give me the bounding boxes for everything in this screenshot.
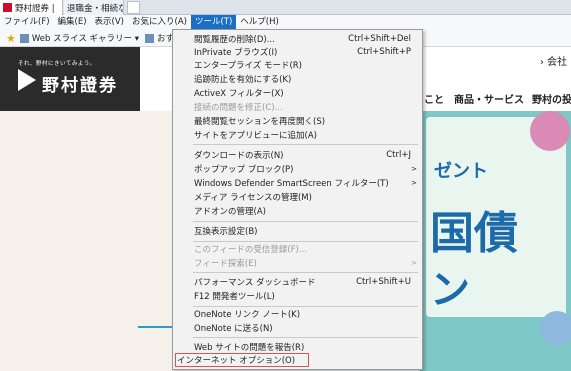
menu-item-popup-blocker[interactable]: ポップアップ ブロック(P) > (174, 162, 421, 176)
menu-item-label: 追跡防止を有効にする(K) (194, 75, 292, 85)
nav-products-services[interactable]: 商品・サービス (454, 91, 524, 106)
menu-item-label: Web サイトの問題を報告(R) (194, 343, 305, 353)
nav-item[interactable]: こと (424, 91, 444, 106)
menu-item-activex-filter[interactable]: ActiveX フィルター(X) (174, 86, 421, 100)
menu-item-shortcut: Ctrl+J (386, 150, 411, 160)
hero-banner[interactable]: ゼント 国債 ン (420, 111, 571, 371)
menu-item-onenote-linked-notes[interactable]: OneNote リンク ノート(K) (174, 307, 421, 321)
menu-item-label: ダウンロードの表示(N) (194, 151, 284, 161)
web-slice-icon (19, 33, 29, 43)
menu-item-label: インターネット オプション(O) (177, 356, 296, 366)
logo-text: 野村證券 (42, 76, 118, 96)
menu-item-manage-addons[interactable]: アドオンの管理(A) (174, 204, 421, 218)
web-slice-gallery-link[interactable]: Web スライス ギャラリー ▾ (19, 32, 140, 44)
menu-item-label: フィード探索(E) (194, 259, 257, 269)
menu-item-label: F12 開発者ツール(L) (194, 292, 275, 302)
menu-separator (193, 144, 418, 145)
menu-separator (193, 337, 418, 338)
menu-item-enterprise-mode[interactable]: エンタープライズ モード(R) (174, 58, 421, 72)
flower-decoration (540, 311, 571, 345)
menu-item-feed-discovery: フィード探索(E) > (174, 256, 421, 270)
submenu-arrow-icon: > (411, 165, 417, 173)
tab-strip: 野村證券 | 退職金・相続など... (0, 0, 571, 15)
tab-label: 退職金・相続など... (67, 3, 123, 14)
menu-item-smartscreen[interactable]: Windows Defender SmartScreen フィルター(T) > (174, 176, 421, 190)
suggested-sites-icon (145, 33, 155, 43)
menu-item-label: 閲覧履歴の削除(D)... (194, 35, 275, 45)
menu-item-label: 最終閲覧セッションを再度開く(S) (194, 117, 326, 127)
menu-item-shortcut: Ctrl+Shift+U (356, 277, 411, 287)
menu-item-label: アドオンの管理(A) (194, 207, 266, 217)
menu-item-label: パフォーマンス ダッシュボード (194, 278, 316, 288)
menu-item-label: メディア ライセンスの管理(M) (194, 193, 312, 203)
menu-item-view-downloads[interactable]: ダウンロードの表示(N) Ctrl+J (174, 148, 421, 162)
menu-item-compat-view[interactable]: 互換表示設定(B) (174, 224, 421, 238)
menu-item-label: InPrivate ブラウズ(I) (194, 48, 278, 58)
menu-item-shortcut: Ctrl+Shift+P (357, 47, 411, 57)
menu-item-tracking-protection[interactable]: 追跡防止を有効にする(K) (174, 72, 421, 86)
new-tab-button[interactable] (127, 1, 140, 14)
hero-line-1: ゼント (434, 161, 488, 182)
tab-nomura[interactable]: 野村證券 | (0, 0, 63, 15)
hero-line-3: ン (430, 267, 470, 313)
tab-label: 野村證券 | (15, 3, 55, 14)
menu-item-send-to-onenote[interactable]: OneNote に送る(N) (174, 321, 421, 335)
submenu-arrow-icon: > (411, 259, 417, 267)
menu-item-internet-options[interactable]: インターネット オプション(O) (175, 353, 309, 367)
menu-item-shortcut: Ctrl+Shift+Del (348, 34, 411, 44)
nav-investment[interactable]: 野村の投 (532, 91, 571, 106)
menu-item-label: OneNote に送る(N) (194, 324, 273, 334)
favorites-star-icon[interactable]: ★ (6, 32, 16, 45)
menu-item-label: Windows Defender SmartScreen フィルター(T) (194, 179, 389, 189)
menu-favorites[interactable]: お気に入り(A) (128, 15, 191, 30)
menu-item-label: 接続の問題を修正(C)... (194, 103, 283, 113)
menu-item-fix-connection: 接続の問題を修正(C)... (174, 100, 421, 114)
flower-decoration (530, 111, 570, 151)
menu-item-media-license[interactable]: メディア ライセンスの管理(M) (174, 190, 421, 204)
favlink-label: Web スライス ギャラリー ▾ (31, 34, 140, 44)
tab-retirement[interactable]: 退職金・相続など... (64, 0, 124, 15)
menu-item-inprivate[interactable]: InPrivate ブラウズ(I) Ctrl+Shift+P (174, 45, 421, 59)
tools-menu: 閲覧履歴の削除(D)... Ctrl+Shift+Del InPrivate ブ… (172, 29, 423, 370)
menu-bar: ファイル(F) 編集(E) 表示(V) お気に入り(A) ツール(T) ヘルプ(… (0, 15, 571, 30)
submenu-arrow-icon: > (411, 179, 417, 187)
menu-item-subscribe-feed: このフィードの受信登録(F)... (174, 242, 421, 256)
menu-item-label: 互換表示設定(B) (194, 227, 258, 237)
menu-help[interactable]: ヘルプ(H) (236, 15, 283, 30)
menu-view[interactable]: 表示(V) (91, 15, 128, 30)
menu-tools[interactable]: ツール(T) (190, 15, 237, 30)
menu-item-label: このフィードの受信登録(F)... (194, 245, 307, 255)
menu-item-add-to-app-view[interactable]: サイトをアプリビューに追加(A) (174, 128, 421, 142)
company-info-link[interactable]: › 会社 (540, 53, 567, 68)
nomura-favicon-icon (3, 3, 12, 12)
menu-separator (193, 272, 418, 273)
menu-item-label: エンタープライズ モード(R) (194, 61, 302, 71)
menu-item-f12-devtools[interactable]: F12 開発者ツール(L) (174, 289, 421, 303)
menu-item-report-website-problems[interactable]: Web サイトの問題を報告(R) (174, 340, 421, 354)
logo-tagline: それ、野村にきいてみよう。 (18, 61, 96, 67)
menu-item-label: ポップアップ ブロック(P) (194, 165, 294, 175)
menu-edit[interactable]: 編集(E) (54, 15, 91, 30)
menu-separator (193, 221, 418, 222)
hero-line-2: 国債 (430, 208, 518, 259)
menu-item-label: サイトをアプリビューに追加(A) (194, 131, 317, 141)
nomura-logo[interactable]: それ、野村にきいてみよう。 野村證券 (0, 47, 140, 111)
menu-item-reopen-session[interactable]: 最終閲覧セッションを再度開く(S) (174, 114, 421, 128)
menu-item-delete-history[interactable]: 閲覧履歴の削除(D)... Ctrl+Shift+Del (174, 32, 421, 46)
menu-file[interactable]: ファイル(F) (0, 15, 54, 30)
menu-item-performance-dashboard[interactable]: パフォーマンス ダッシュボード Ctrl+Shift+U (174, 275, 421, 289)
nomura-mark-icon (18, 69, 36, 91)
menu-item-label: OneNote リンク ノート(K) (194, 310, 301, 320)
menu-item-label: ActiveX フィルター(X) (194, 89, 284, 99)
